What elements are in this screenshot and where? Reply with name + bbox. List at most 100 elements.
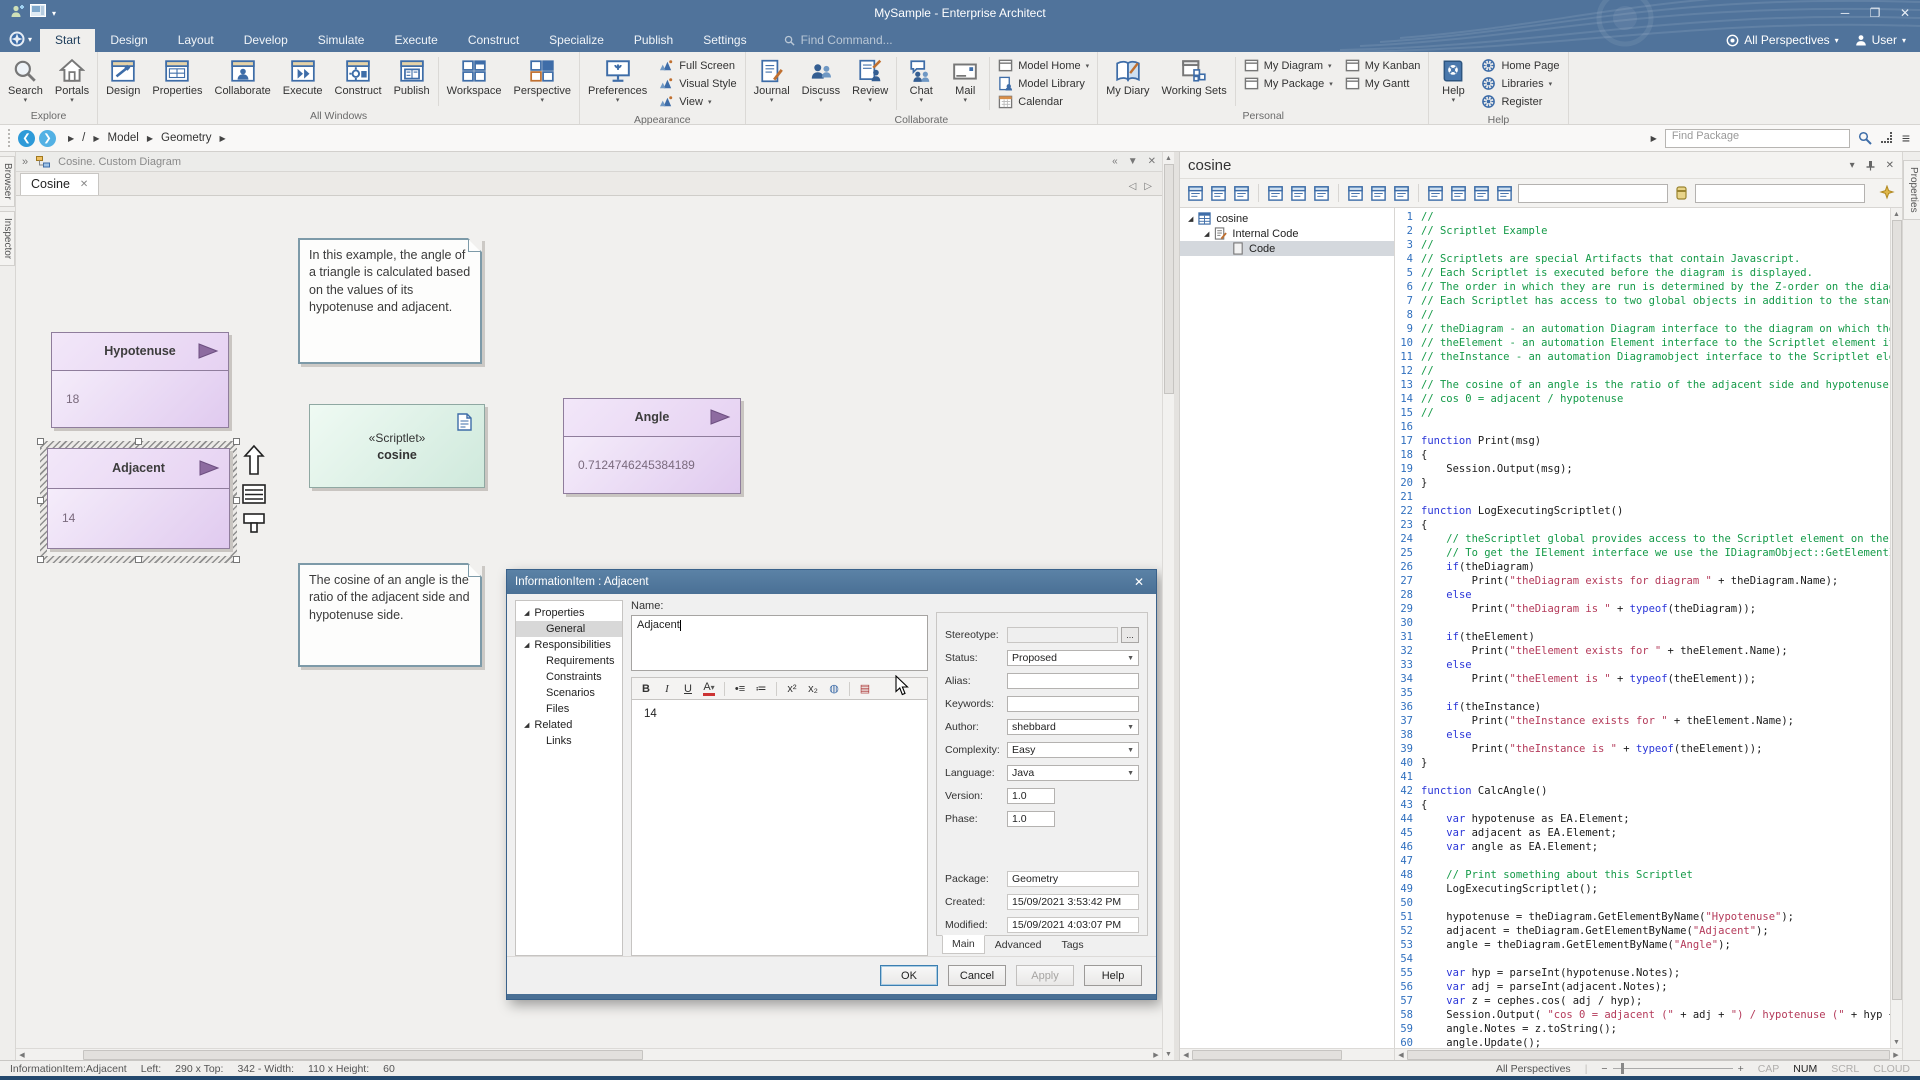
- dialog-tree-item-responsibilities[interactable]: ◢Responsibilities: [516, 637, 622, 653]
- code-line[interactable]: 13// The cosine of an angle is the ratio…: [1395, 378, 1890, 392]
- code-line[interactable]: 10// theElement - an automation Element …: [1395, 336, 1890, 350]
- code-line[interactable]: 22function LogExecutingScriptlet(): [1395, 504, 1890, 518]
- ribbon-tab-simulate[interactable]: Simulate: [303, 29, 380, 52]
- superscript-button[interactable]: x²: [786, 683, 798, 695]
- resize-handle[interactable]: [233, 497, 240, 504]
- ribbon-tab-design[interactable]: Design: [95, 29, 162, 52]
- properties-side-tab[interactable]: Properties: [1903, 160, 1920, 220]
- ribbon-button-libraries[interactable]: Libraries▾: [1481, 76, 1559, 91]
- ribbon-tab-develop[interactable]: Develop: [229, 29, 303, 52]
- code-line[interactable]: 18{: [1395, 448, 1890, 462]
- run-icon[interactable]: [1266, 184, 1285, 203]
- expand-arrow-icon[interactable]: ◢: [524, 609, 529, 617]
- search-results-icon[interactable]: [1392, 184, 1411, 203]
- code-line[interactable]: 23{: [1395, 518, 1890, 532]
- ribbon-button-my-package[interactable]: My Package▾: [1244, 76, 1333, 91]
- script-search-input[interactable]: [1518, 184, 1668, 203]
- code-line[interactable]: 46 var angle as EA.Element;: [1395, 840, 1890, 854]
- code-line[interactable]: 38 else: [1395, 728, 1890, 742]
- navigate-forward-button[interactable]: ❯: [39, 130, 56, 147]
- italic-button[interactable]: I: [661, 683, 673, 695]
- ribbon-button-properties[interactable]: Properties: [146, 54, 208, 109]
- code-line[interactable]: 45 var adjacent as EA.Element;: [1395, 826, 1890, 840]
- ribbon-tab-publish[interactable]: Publish: [619, 29, 688, 52]
- element-adjacent[interactable]: Adjacent 14: [47, 448, 230, 549]
- help-button[interactable]: Help: [1084, 965, 1142, 986]
- combo-language[interactable]: Java▼: [1007, 765, 1139, 781]
- element-hypotenuse[interactable]: Hypotenuse 18: [51, 332, 229, 428]
- code-line[interactable]: 21: [1395, 490, 1890, 504]
- user-menu[interactable]: User▾: [1855, 33, 1906, 47]
- pin-icon[interactable]: [1865, 160, 1876, 171]
- code-line[interactable]: 57 var z = cephes.cos( adj / hyp);: [1395, 994, 1890, 1008]
- combo-author[interactable]: shebbard▼: [1007, 719, 1139, 735]
- scrollbar-thumb[interactable]: [1407, 1050, 1890, 1060]
- ribbon-button-perspective[interactable]: Perspective▾: [508, 54, 577, 109]
- ribbon-button-construct[interactable]: Construct: [329, 54, 388, 109]
- subscript-button[interactable]: x₂: [807, 683, 819, 695]
- resize-handle[interactable]: [37, 497, 44, 504]
- browser-side-tab[interactable]: Browser: [0, 156, 15, 207]
- ribbon-button-mail[interactable]: Mail▾: [943, 54, 987, 113]
- expand-arrow-icon[interactable]: ◢: [1188, 215, 1193, 223]
- close-button[interactable]: ✕: [1890, 2, 1920, 24]
- breadcrumb-item[interactable]: /: [82, 132, 85, 144]
- ribbon-button-journal[interactable]: Journal▾: [748, 54, 796, 113]
- breadcrumb-arrow-icon[interactable]: ▶: [220, 134, 226, 143]
- resize-handle[interactable]: [135, 556, 142, 563]
- code-line[interactable]: 58 Session.Output( "cos 0 = adjacent (" …: [1395, 1008, 1890, 1022]
- scroll-right-icon[interactable]: ▶: [1150, 1049, 1162, 1061]
- panel-close-icon[interactable]: ✕: [1886, 160, 1894, 171]
- quick-access-dropdown-icon[interactable]: ▾: [52, 9, 56, 18]
- breadcrumb-arrow-icon[interactable]: ▶: [93, 134, 99, 143]
- profile-icon[interactable]: [10, 4, 24, 23]
- note-element[interactable]: The cosine of an angle is the ratio of t…: [298, 563, 482, 667]
- code-line[interactable]: 29 Print("theDiagram is " + typeof(theDi…: [1395, 602, 1890, 616]
- code-line[interactable]: 34 Print("theElement is " + typeof(theEl…: [1395, 672, 1890, 686]
- code-line[interactable]: 11// theInstance - an automation Diagram…: [1395, 350, 1890, 364]
- code-line[interactable]: 41: [1395, 770, 1890, 784]
- code-line[interactable]: 27 Print("theDiagram exists for diagram …: [1395, 574, 1890, 588]
- dialog-close-icon[interactable]: ✕: [1130, 575, 1148, 589]
- input-version[interactable]: 1.0: [1007, 788, 1055, 804]
- code-line[interactable]: 51 hypotenuse = theDiagram.GetElementByN…: [1395, 910, 1890, 924]
- dialog-tree-item-properties[interactable]: ◢Properties: [516, 605, 622, 621]
- code-line[interactable]: 52 adjacent = theDiagram.GetElementByNam…: [1395, 924, 1890, 938]
- code-line[interactable]: 53 angle = theDiagram.GetElementByName("…: [1395, 938, 1890, 952]
- ribbon-button-publish[interactable]: Publish: [388, 54, 436, 109]
- statusbar-perspectives[interactable]: All Perspectives: [1496, 1063, 1571, 1075]
- ribbon-button-home-page[interactable]: Home Page: [1481, 58, 1559, 73]
- input-alias[interactable]: [1007, 673, 1139, 689]
- ribbon-button-my-gantt[interactable]: My Gantt: [1345, 76, 1421, 91]
- ribbon-button-full-screen[interactable]: Full Screen: [659, 58, 736, 73]
- script-tree-item-cosine[interactable]: ◢cosine: [1180, 211, 1394, 226]
- up-arrow-icon[interactable]: [243, 444, 265, 476]
- code-line[interactable]: 2// Scriptlet Example: [1395, 224, 1890, 238]
- options-icon[interactable]: [1232, 184, 1251, 203]
- refresh-icon[interactable]: [1426, 184, 1445, 203]
- ribbon-button-help[interactable]: Help▾: [1431, 54, 1475, 113]
- scroll-left-icon[interactable]: ◀: [1395, 1049, 1407, 1061]
- ribbon-button-discuss[interactable]: Discuss▾: [796, 54, 847, 113]
- collapse-chevrons-icon[interactable]: «: [1112, 156, 1118, 167]
- zoom-slider[interactable]: −+: [1601, 1063, 1743, 1075]
- code-line[interactable]: 39 Print("theInstance is " + typeof(theE…: [1395, 742, 1890, 756]
- ok-button[interactable]: OK: [880, 965, 938, 986]
- dialog-tree-item-files[interactable]: Files: [516, 701, 622, 717]
- ribbon-tab-specialize[interactable]: Specialize: [534, 29, 619, 52]
- code-line[interactable]: 5// Each Scriptlet is executed before th…: [1395, 266, 1890, 280]
- code-line[interactable]: 17function Print(msg): [1395, 434, 1890, 448]
- underline-button[interactable]: U: [682, 683, 694, 695]
- note-element[interactable]: In this example, the angle of a triangle…: [298, 238, 482, 364]
- element-angle[interactable]: Angle 0.7124746245384189: [563, 398, 741, 494]
- code-line[interactable]: 25 // To get the IElement interface we u…: [1395, 546, 1890, 560]
- ribbon-button-search[interactable]: Search▾: [2, 54, 49, 109]
- code-line[interactable]: 36 if(theInstance): [1395, 700, 1890, 714]
- ribbon-button-workspace[interactable]: Workspace: [441, 54, 508, 109]
- breadcrumb-arrow-icon[interactable]: ▶: [68, 134, 74, 143]
- import-icon[interactable]: [1312, 184, 1331, 203]
- inspector-side-tab[interactable]: Inspector: [0, 211, 15, 266]
- assist-icon[interactable]: [1877, 184, 1896, 203]
- dialog-tree-item-general[interactable]: General: [516, 621, 622, 637]
- layout-icon[interactable]: [30, 4, 46, 22]
